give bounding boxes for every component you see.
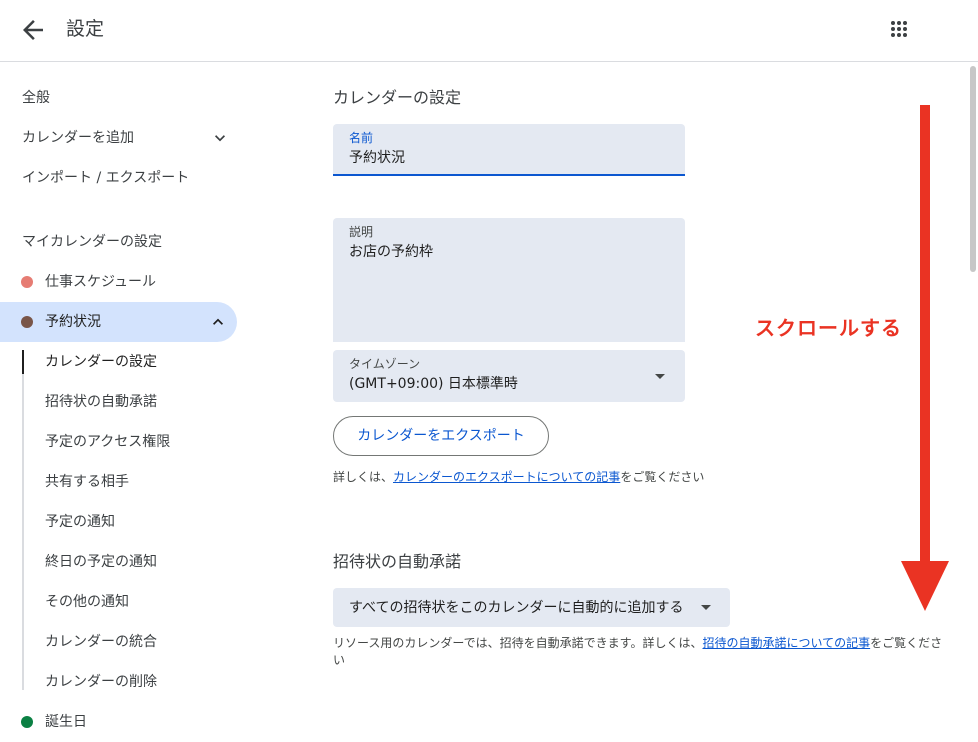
subnav-integrate-calendar[interactable]: カレンダーの統合 (45, 632, 157, 652)
calendar-color-dot (21, 276, 33, 288)
auto-accept-help-link[interactable]: 招待の自動承諾についての記事 (702, 636, 870, 650)
scrollbar-thumb[interactable] (970, 66, 976, 272)
subnav-calendar-settings[interactable]: カレンダーの設定 (45, 352, 157, 372)
calendar-item-work[interactable]: 仕事スケジュール (0, 262, 237, 302)
export-calendar-button[interactable]: カレンダーをエクスポート (333, 416, 549, 456)
auto-accept-heading: 招待状の自動承諾 (333, 552, 462, 571)
subnav-auto-accept[interactable]: 招待状の自動承諾 (45, 392, 157, 412)
timezone-field-value: (GMT+09:00) 日本標準時 (349, 376, 518, 392)
chevron-down-icon (215, 135, 225, 142)
subnav-active-indicator (22, 350, 24, 374)
calendar-item-birthdays[interactable]: 誕生日 (0, 702, 237, 742)
nav-add-calendar[interactable]: カレンダーを追加 (22, 128, 134, 148)
nav-import-export[interactable]: インポート / エクスポート (22, 168, 189, 188)
subnav-allday-notifications[interactable]: 終日の予定の通知 (45, 552, 157, 572)
name-field-value[interactable]: 予約状況 (349, 148, 405, 168)
timezone-select[interactable]: タイムゾーン (GMT+09:00) 日本標準時 (333, 350, 685, 402)
scroll-annotation-text: スクロールする (755, 316, 902, 340)
help-prefix: リソース用のカレンダーでは、招待を自動承諾できます。詳しくは、 (333, 636, 703, 650)
page-title: 設定 (66, 18, 105, 40)
app-header: 設定 (0, 0, 978, 62)
calendar-color-dot (21, 716, 33, 728)
export-help-link[interactable]: カレンダーのエクスポートについての記事 (393, 470, 620, 484)
export-help-text: 詳しくは、カレンダーのエクスポートについての記事をご覧ください (333, 469, 704, 486)
subnav-other-notifications[interactable]: その他の通知 (45, 592, 129, 612)
auto-accept-help-text: リソース用のカレンダーでは、招待を自動承諾できます。詳しくは、招待の自動承諾につ… (333, 635, 943, 669)
name-field-label: 名前 (349, 131, 374, 145)
description-field-value[interactable]: お店の予約枠 (349, 242, 433, 262)
name-field[interactable]: 名前 予約状況 (333, 124, 685, 176)
subnav-share-with[interactable]: 共有する相手 (45, 472, 129, 492)
calendar-color-dot (21, 316, 33, 328)
dropdown-arrow-icon (701, 605, 711, 610)
back-button[interactable] (18, 15, 48, 45)
nav-general[interactable]: 全般 (22, 88, 50, 108)
subnav-rail (22, 350, 24, 690)
calendar-label: 仕事スケジュール (45, 274, 157, 290)
auto-accept-value: すべての招待状をこのカレンダーに自動的に追加する (349, 600, 684, 616)
my-calendars-heading: マイカレンダーの設定 (22, 234, 162, 250)
calendar-settings-heading: カレンダーの設定 (333, 88, 462, 107)
dropdown-arrow-icon (655, 374, 665, 379)
help-prefix: 詳しくは、 (333, 470, 394, 484)
arrow-back-icon (23, 20, 43, 40)
chevron-up-icon (213, 318, 223, 325)
description-field[interactable]: 説明 お店の予約枠 (333, 218, 685, 342)
collapse-button[interactable] (208, 312, 228, 332)
calendar-label: 誕生日 (45, 714, 87, 730)
add-calendar-expand[interactable] (210, 128, 230, 148)
apps-button[interactable] (886, 16, 912, 42)
calendar-item-reservations[interactable]: 予約状況 (0, 302, 237, 342)
help-suffix: をご覧ください (620, 470, 705, 484)
subnav-remove-calendar[interactable]: カレンダーの削除 (45, 672, 157, 692)
description-field-label: 説明 (349, 225, 374, 239)
scroll-down-arrow-icon (901, 105, 949, 611)
apps-grid-icon (891, 21, 907, 37)
timezone-field-label: タイムゾーン (349, 357, 421, 371)
auto-accept-select[interactable]: すべての招待状をこのカレンダーに自動的に追加する (333, 588, 730, 627)
subnav-event-notifications[interactable]: 予定の通知 (45, 512, 115, 532)
subnav-access-permissions[interactable]: 予定のアクセス権限 (45, 432, 170, 452)
calendar-label: 予約状況 (45, 314, 101, 330)
